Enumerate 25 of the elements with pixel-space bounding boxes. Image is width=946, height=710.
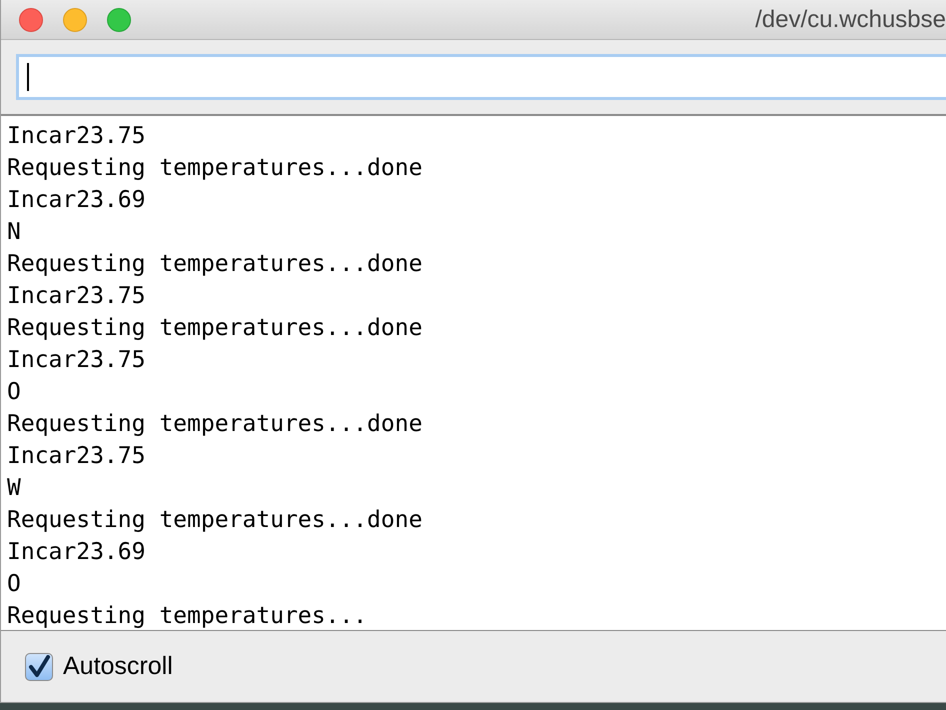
output-line: Requesting temperatures...done [7, 314, 422, 343]
output-line: Incar23.75 [7, 122, 146, 151]
output-line: Requesting temperatures...done [7, 410, 422, 439]
autoscroll-checkbox[interactable] [25, 652, 53, 680]
output-line: Requesting temperatures...done [7, 154, 422, 183]
window-title: /dev/cu.wchusbse [755, 4, 946, 34]
minimize-icon[interactable] [63, 8, 87, 32]
text-cursor [27, 63, 29, 91]
output-line: Requesting temperatures... [7, 602, 368, 630]
output-line: O [7, 378, 21, 407]
output-line: Requesting temperatures...done [7, 250, 422, 279]
output-line: Incar23.69 [7, 186, 146, 215]
close-icon[interactable] [19, 8, 43, 32]
checkmark-icon [27, 654, 51, 678]
output-line: Incar23.69 [7, 538, 146, 567]
autoscroll-label: Autoscroll [63, 650, 173, 682]
output-line: N [7, 218, 21, 247]
zoom-icon[interactable] [107, 8, 131, 32]
output-line: Requesting temperatures...done [7, 506, 422, 535]
output-line: W [7, 474, 21, 503]
output-line: O [7, 570, 21, 599]
output-line: Incar23.75 [7, 282, 146, 311]
output-line: Incar23.75 [7, 346, 146, 375]
output-line: Incar23.75 [7, 442, 146, 471]
send-field[interactable] [16, 54, 946, 100]
